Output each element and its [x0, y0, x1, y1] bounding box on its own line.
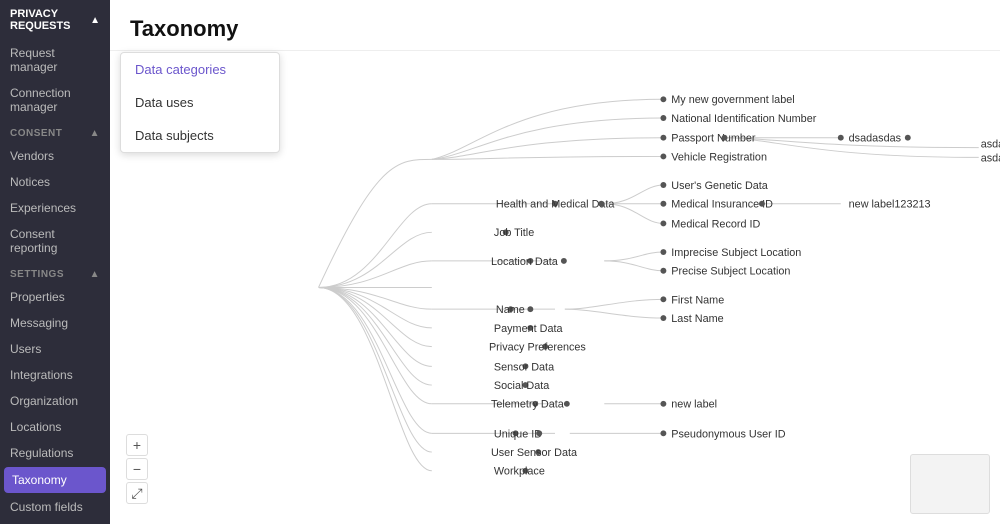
node-dot	[660, 401, 666, 407]
sidebar-item-taxonomy[interactable]: Taxonomy	[4, 467, 106, 493]
sidebar-item-request-manager[interactable]: Request manager	[0, 40, 110, 80]
zoom-controls: + − ⤢	[126, 434, 148, 504]
node-dot	[660, 220, 666, 226]
node-dot	[561, 258, 567, 264]
node-dot	[722, 135, 728, 141]
privacy-section-label: PRIVACY REQUESTS	[10, 8, 90, 32]
sidebar-item-custom-fields[interactable]: Custom fields	[0, 494, 110, 520]
node-dot	[905, 135, 911, 141]
node-dot	[660, 268, 666, 274]
node-label: First Name	[671, 294, 724, 306]
node-label: Unique ID	[494, 428, 542, 440]
sidebar-item-integrations[interactable]: Integrations	[0, 362, 110, 388]
consent-section-header: CONSENT ▲	[0, 120, 110, 143]
node-dot	[527, 306, 533, 312]
node-label: Medical Record ID	[671, 218, 760, 230]
settings-section-header: SETTINGS ▲	[0, 261, 110, 284]
node-label: Telemetry Data	[491, 399, 565, 411]
node-label: My new government label	[671, 94, 794, 106]
node-dot	[660, 315, 666, 321]
dropdown-item-data-subjects[interactable]: Data subjects	[121, 119, 279, 152]
page-title: Taxonomy	[130, 16, 980, 42]
zoom-fit-button[interactable]: ⤢	[126, 482, 148, 504]
node-dot	[759, 201, 765, 207]
node-label: asdasdasddsads	[981, 152, 1000, 164]
node-label: Job Title	[494, 227, 534, 239]
taxonomy-dropdown: Data categories Data uses Data subjects	[120, 52, 280, 153]
node-label: Location Data	[491, 256, 559, 268]
node-label: User Sensor Data	[491, 447, 578, 459]
node-label: Privacy Preferences	[489, 342, 586, 354]
minimap	[910, 454, 990, 514]
node-dot	[660, 249, 666, 255]
zoom-in-button[interactable]: +	[126, 434, 148, 456]
sidebar-item-connection-manager[interactable]: Connection manager	[0, 80, 110, 120]
node-dot	[660, 135, 666, 141]
node-label: Pseudonymous User ID	[671, 428, 786, 440]
node-label: User's Genetic Data	[671, 180, 769, 192]
node-dot	[660, 115, 666, 121]
node-label: new label123213	[849, 199, 931, 211]
sidebar-item-properties[interactable]: Properties	[0, 284, 110, 310]
sidebar-item-messaging[interactable]: Messaging	[0, 310, 110, 336]
sidebar-privacy-header: PRIVACY REQUESTS ▲	[0, 0, 110, 40]
consent-chevron-icon: ▲	[90, 128, 100, 139]
node-dot	[660, 430, 666, 436]
node-label: Social Data	[494, 380, 550, 392]
node-label: Imprecise Subject Location	[671, 247, 801, 259]
node-dot	[660, 153, 666, 159]
sidebar-item-notices[interactable]: Notices	[0, 169, 110, 195]
node-label: Last Name	[671, 313, 723, 325]
node-label: new label	[671, 399, 717, 411]
privacy-chevron-icon: ▲	[90, 15, 100, 26]
sidebar-item-domains[interactable]: Domains	[0, 520, 110, 524]
node-label: Sensor Data	[494, 361, 555, 373]
node-dot	[660, 96, 666, 102]
dropdown-item-data-uses[interactable]: Data uses	[121, 86, 279, 119]
sidebar-item-users[interactable]: Users	[0, 336, 110, 362]
node-label: Health and Medical Data	[496, 199, 616, 211]
node-label: Name	[496, 304, 525, 316]
node-label: asdasdasd	[981, 139, 1000, 151]
node-dot	[660, 182, 666, 188]
main-content: Taxonomy Data categories Data uses Data …	[110, 0, 1000, 524]
sidebar-item-regulations[interactable]: Regulations	[0, 440, 110, 466]
node-label: Medical Insurance ID	[671, 199, 773, 211]
node-label: Passport Number	[671, 133, 756, 145]
sidebar-item-organization[interactable]: Organization	[0, 388, 110, 414]
node-label: Vehicle Registration	[671, 151, 767, 163]
sidebar-item-locations[interactable]: Locations	[0, 414, 110, 440]
sidebar-item-experiences[interactable]: Experiences	[0, 195, 110, 221]
node-label: Workplace	[494, 466, 545, 478]
node-dot	[598, 201, 604, 207]
node-dot	[536, 430, 542, 436]
sidebar-item-consent-reporting[interactable]: Consent reporting	[0, 221, 110, 261]
dropdown-item-data-categories[interactable]: Data categories	[121, 53, 279, 86]
settings-chevron-icon: ▲	[90, 269, 100, 280]
zoom-out-button[interactable]: −	[126, 458, 148, 480]
node-dot	[564, 401, 570, 407]
node-label: Precise Subject Location	[671, 266, 790, 278]
sidebar-item-vendors[interactable]: Vendors	[0, 143, 110, 169]
node-label: Payment Data	[494, 323, 564, 335]
node-dot	[660, 201, 666, 207]
node-label: dsadasdas	[849, 133, 902, 145]
node-dot	[838, 135, 844, 141]
page-header: Taxonomy	[110, 0, 1000, 51]
node-dot	[660, 296, 666, 302]
sidebar: PRIVACY REQUESTS ▲ Request manager Conne…	[0, 0, 110, 524]
node-label: National Identification Number	[671, 113, 816, 125]
